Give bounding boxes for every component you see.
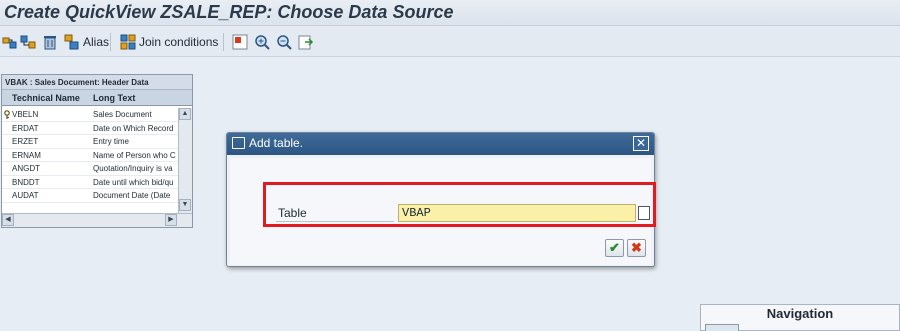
alias-button[interactable]: Alias bbox=[64, 32, 109, 52]
dialog-title-bar: Add table. ✕ bbox=[227, 133, 654, 155]
horizontal-scrollbar[interactable]: ◀ ▶ bbox=[2, 213, 192, 227]
long-text: Quotation/Inquiry is va bbox=[93, 164, 173, 173]
scroll-left-icon[interactable]: ◀ bbox=[2, 214, 14, 226]
join-table-icon bbox=[20, 35, 36, 49]
long-text: Date until which bid/qu bbox=[93, 177, 174, 187]
table-header-row: Technical Name Long Text bbox=[2, 90, 192, 106]
technical-name: VBELN bbox=[12, 110, 39, 119]
join-conditions-label: Join conditions bbox=[139, 35, 219, 49]
dialog-title: Add table. bbox=[249, 136, 304, 150]
checkmark-icon: ✔ bbox=[609, 240, 620, 255]
insert-join-button[interactable] bbox=[20, 32, 36, 52]
table-row[interactable]: ERDAT Date on Which Record bbox=[2, 122, 178, 135]
close-icon[interactable]: ✕ bbox=[633, 136, 649, 151]
dialog-window-icon bbox=[232, 137, 245, 149]
technical-name: ANGDT bbox=[12, 164, 40, 173]
technical-name: BNDDT bbox=[12, 177, 40, 187]
technical-name: ERNAM bbox=[12, 150, 41, 160]
table-row[interactable]: VBELN Sales Document bbox=[2, 108, 178, 122]
technical-name: AUDAT bbox=[12, 191, 39, 200]
toolbar-separator bbox=[110, 33, 111, 51]
label-underline bbox=[276, 221, 394, 222]
cancel-button[interactable]: ✖ bbox=[627, 239, 646, 257]
toolbar: Alias Join conditions bbox=[0, 27, 900, 57]
navigation-thumbnail[interactable] bbox=[705, 324, 739, 331]
scroll-right-icon[interactable]: ▶ bbox=[165, 214, 177, 226]
value-help-icon[interactable] bbox=[638, 206, 650, 220]
join-conditions-icon bbox=[120, 34, 136, 50]
long-text: Sales Document bbox=[93, 110, 152, 119]
zoom-out-icon bbox=[277, 35, 292, 50]
zoom-in-button[interactable] bbox=[254, 32, 270, 52]
scroll-up-icon[interactable]: ▲ bbox=[179, 108, 191, 120]
layout-icon bbox=[232, 34, 248, 50]
cancel-icon: ✖ bbox=[631, 240, 642, 255]
table-panel: VBAK : Sales Document: Header Data Techn… bbox=[1, 74, 193, 228]
technical-name: ERDAT bbox=[12, 123, 39, 133]
window-title: Create QuickView ZSALE_REP: Choose Data … bbox=[4, 2, 454, 22]
navigation-title: Navigation bbox=[766, 306, 834, 321]
table-panel-title: VBAK : Sales Document: Header Data bbox=[2, 75, 192, 90]
field-list: VBELN Sales Document ERDAT Date on Which… bbox=[2, 108, 178, 203]
long-text: Name of Person who C bbox=[93, 150, 176, 160]
vertical-scrollbar[interactable]: ▲ ▼ bbox=[178, 108, 192, 213]
export-icon bbox=[298, 35, 314, 50]
table-row[interactable]: AUDAT Document Date (Date bbox=[2, 189, 178, 203]
title-bar: Create QuickView ZSALE_REP: Choose Data … bbox=[0, 0, 900, 26]
navigation-panel: Navigation bbox=[700, 304, 900, 331]
export-button[interactable] bbox=[298, 32, 314, 52]
table-row[interactable]: ERZET Entry time bbox=[2, 135, 178, 149]
table-input[interactable] bbox=[398, 204, 636, 222]
join-conditions-button[interactable]: Join conditions bbox=[120, 32, 218, 52]
insert-table-icon bbox=[2, 37, 17, 49]
scroll-down-icon[interactable]: ▼ bbox=[179, 199, 191, 211]
trash-icon bbox=[44, 36, 56, 50]
column-header-long-text[interactable]: Long Text bbox=[93, 90, 135, 106]
alias-icon bbox=[64, 34, 79, 50]
column-header-technical-name[interactable]: Technical Name bbox=[12, 90, 80, 106]
layout-button[interactable] bbox=[232, 32, 248, 52]
long-text: Date on Which Record bbox=[93, 123, 174, 133]
long-text: Document Date (Date bbox=[93, 191, 171, 200]
table-field-label: Table bbox=[278, 206, 307, 220]
insert-table-button[interactable] bbox=[2, 32, 18, 52]
toolbar-separator bbox=[223, 33, 224, 51]
long-text: Entry time bbox=[93, 137, 130, 146]
technical-name: ERZET bbox=[12, 137, 39, 146]
zoom-in-icon bbox=[255, 35, 270, 50]
alias-label: Alias bbox=[83, 35, 110, 49]
confirm-button[interactable]: ✔ bbox=[605, 239, 624, 257]
zoom-out-button[interactable] bbox=[276, 32, 292, 52]
table-row[interactable]: ERNAM Name of Person who C bbox=[2, 149, 178, 162]
table-row[interactable]: ANGDT Quotation/Inquiry is va bbox=[2, 162, 178, 176]
delete-table-button[interactable] bbox=[42, 32, 58, 52]
key-icon bbox=[4, 110, 10, 119]
table-row[interactable]: BNDDT Date until which bid/qu bbox=[2, 176, 178, 189]
